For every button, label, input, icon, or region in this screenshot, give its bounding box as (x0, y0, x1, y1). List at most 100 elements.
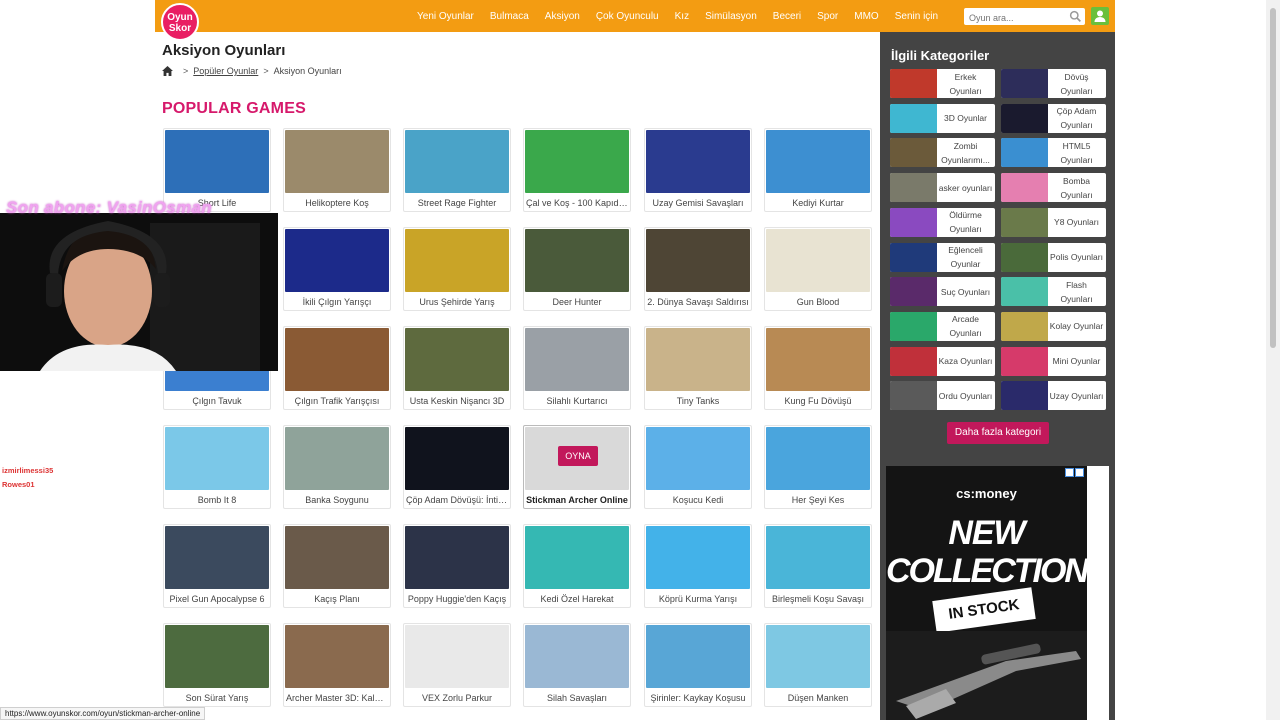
play-button[interactable]: OYNA (558, 446, 598, 466)
game-card[interactable]: İkili Çılgın Yarışçı (283, 227, 391, 311)
category-item[interactable]: Zombi Oyunlarımı... (890, 138, 995, 168)
game-title[interactable]: Archer Master 3D: Kale ... (286, 693, 388, 703)
game-title[interactable]: Kung Fu Dövüşü (767, 396, 869, 406)
game-thumbnail[interactable] (646, 229, 750, 292)
category-item[interactable]: Çöp Adam Oyunları (1001, 103, 1106, 133)
home-icon[interactable] (162, 66, 173, 76)
game-card[interactable]: Koşucu Kedi (644, 425, 752, 509)
nav-item[interactable]: Çok Oyunculu (596, 11, 659, 22)
game-card[interactable]: Street Rage Fighter (403, 128, 511, 212)
game-thumbnail[interactable] (405, 625, 509, 688)
game-thumbnail[interactable] (165, 625, 269, 688)
game-title[interactable]: Kediyi Kurtar (767, 198, 869, 208)
game-title[interactable]: Çöp Adam Dövüşü: İntik... (406, 495, 508, 505)
game-title[interactable]: Banka Soygunu (286, 495, 388, 505)
game-card[interactable]: Silahlı Kurtarıcı (523, 326, 631, 410)
game-title[interactable]: Stickman Archer Online (526, 495, 628, 505)
game-title[interactable]: Urus Şehirde Yarış (406, 297, 508, 307)
category-item[interactable]: Flash Oyunları (1001, 277, 1106, 307)
game-thumbnail[interactable] (165, 130, 269, 193)
nav-item[interactable]: Senin için (895, 11, 938, 22)
search-input[interactable] (964, 9, 1064, 27)
game-card[interactable]: 2. Dünya Savaşı Saldırısı (644, 227, 752, 311)
category-item[interactable]: Dövüş Oyunları (1001, 69, 1106, 98)
game-thumbnail[interactable] (646, 625, 750, 688)
game-thumbnail[interactable] (766, 229, 870, 292)
game-thumbnail[interactable] (165, 427, 269, 490)
category-item[interactable]: Suç Oyunları (890, 277, 995, 307)
game-thumbnail[interactable] (405, 526, 509, 589)
game-title[interactable]: Gun Blood (767, 297, 869, 307)
game-thumbnail[interactable] (285, 526, 389, 589)
game-title[interactable]: Usta Keskin Nişancı 3D (406, 396, 508, 406)
game-title[interactable]: Birleşmeli Koşu Savaşı (767, 594, 869, 604)
game-title[interactable]: Düşen Manken (767, 693, 869, 703)
category-item[interactable]: Öldürme Oyunları (890, 207, 995, 237)
more-categories-button[interactable]: Daha fazla kategori (947, 422, 1049, 444)
nav-item[interactable]: Yeni Oyunlar (417, 11, 474, 22)
game-card[interactable]: Banka Soygunu (283, 425, 391, 509)
category-item[interactable]: Eğlenceli Oyunlar (890, 242, 995, 272)
nav-item[interactable]: Bulmaca (490, 11, 529, 22)
game-title[interactable]: Çılgın Trafik Yarışçısı (286, 396, 388, 406)
game-title[interactable]: Helikoptere Koş (286, 198, 388, 208)
game-card[interactable]: Archer Master 3D: Kale ... (283, 623, 391, 707)
category-item[interactable]: Uzay Oyunları (1001, 381, 1106, 411)
category-item[interactable]: asker oyunları (890, 173, 995, 203)
game-title[interactable]: Silahlı Kurtarıcı (526, 396, 628, 406)
game-card[interactable]: Çöp Adam Dövüşü: İntik... (403, 425, 511, 509)
game-title[interactable]: Silah Savaşları (526, 693, 628, 703)
game-thumbnail[interactable] (285, 328, 389, 391)
nav-item[interactable]: Spor (817, 11, 838, 22)
category-item[interactable]: Arcade Oyunları (890, 311, 995, 341)
game-title[interactable]: İkili Çılgın Yarışçı (286, 297, 388, 307)
game-thumbnail[interactable] (405, 229, 509, 292)
game-card[interactable]: Birleşmeli Koşu Savaşı (764, 524, 872, 608)
game-card[interactable]: Her Şeyi Kes (764, 425, 872, 509)
game-title[interactable]: Deer Hunter (526, 297, 628, 307)
game-thumbnail[interactable] (646, 427, 750, 490)
game-card[interactable]: Son Sürat Yarış (163, 623, 271, 707)
game-thumbnail[interactable] (285, 130, 389, 193)
nav-item[interactable]: Kız (675, 11, 689, 22)
game-title[interactable]: Tiny Tanks (647, 396, 749, 406)
nav-item[interactable]: Simülasyon (705, 11, 757, 22)
game-thumbnail[interactable] (646, 328, 750, 391)
game-card[interactable]: Deer Hunter (523, 227, 631, 311)
game-card[interactable]: Uzay Gemisi Savaşları (644, 128, 752, 212)
game-card[interactable]: Silah Savaşları (523, 623, 631, 707)
category-item[interactable]: Kolay Oyunlar (1001, 311, 1106, 341)
game-thumbnail[interactable] (525, 526, 629, 589)
ad-choices-badges[interactable] (1064, 468, 1084, 477)
game-card[interactable]: Çal ve Koş - 100 Kapıdan... (523, 128, 631, 212)
page-scrollbar[interactable] (1266, 0, 1280, 720)
game-card[interactable]: VEX Zorlu Parkur (403, 623, 511, 707)
game-thumbnail[interactable] (766, 130, 870, 193)
game-card[interactable]: Çılgın Trafik Yarışçısı (283, 326, 391, 410)
search-icon[interactable] (1069, 10, 1082, 23)
game-card[interactable]: Şirinler: Kaykay Koşusu (644, 623, 752, 707)
game-title[interactable]: Şirinler: Kaykay Koşusu (647, 693, 749, 703)
user-account-button[interactable] (1091, 7, 1109, 25)
game-title[interactable]: Çal ve Koş - 100 Kapıdan... (526, 198, 628, 208)
game-title[interactable]: VEX Zorlu Parkur (406, 693, 508, 703)
game-thumbnail[interactable] (165, 526, 269, 589)
game-thumbnail[interactable] (285, 625, 389, 688)
game-title[interactable]: Koşucu Kedi (647, 495, 749, 505)
category-item[interactable]: HTML5 Oyunları (1001, 138, 1106, 168)
game-title[interactable]: Street Rage Fighter (406, 198, 508, 208)
advertisement[interactable]: cs:money NEW COLLECTIONS IN STOCK (886, 466, 1087, 720)
game-card[interactable]: Bomb It 8 (163, 425, 271, 509)
game-thumbnail[interactable] (766, 328, 870, 391)
category-item[interactable]: Bomba Oyunları (1001, 173, 1106, 203)
game-card[interactable]: Düşen Manken (764, 623, 872, 707)
game-card[interactable]: OYNA Stickman Archer Online (523, 425, 631, 509)
game-card[interactable]: Kediyi Kurtar (764, 128, 872, 212)
game-card[interactable]: Poppy Huggie'den Kaçış (403, 524, 511, 608)
site-logo[interactable]: Oyun Skor (161, 3, 199, 41)
nav-item[interactable]: Aksiyon (545, 11, 580, 22)
game-thumbnail[interactable] (405, 130, 509, 193)
game-title[interactable]: Bomb It 8 (166, 495, 268, 505)
category-item[interactable]: Polis Oyunları (1001, 242, 1106, 272)
breadcrumb-link-popular[interactable]: Popüler Oyunlar (193, 66, 258, 76)
